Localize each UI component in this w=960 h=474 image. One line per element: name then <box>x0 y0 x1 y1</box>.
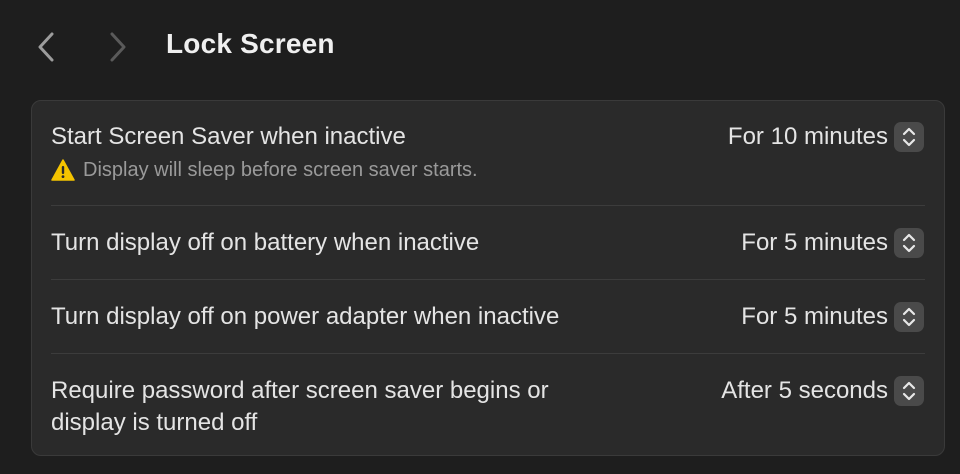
power-adapter-display-off-popup[interactable]: For 5 minutes <box>741 301 924 333</box>
up-down-chevron-icon <box>894 122 924 152</box>
chevron-right-icon <box>110 32 126 62</box>
warning-icon <box>51 159 75 181</box>
setting-row-power-adapter: Turn display off on power adapter when i… <box>32 280 944 353</box>
settings-panel: Start Screen Saver when inactive Display… <box>31 100 945 456</box>
setting-row-require-password: Require password after screen saver begi… <box>32 354 944 454</box>
toolbar: Lock Screen <box>0 0 960 96</box>
up-down-chevron-icon <box>894 376 924 406</box>
setting-label-line1: Require password after screen saver begi… <box>51 377 549 404</box>
popup-value: For 10 minutes <box>727 123 888 150</box>
screen-saver-popup[interactable]: For 10 minutes <box>728 121 924 153</box>
warning-message: Display will sleep before screen saver s… <box>51 157 478 183</box>
warning-text: Display will sleep before screen saver s… <box>83 159 478 181</box>
back-button[interactable] <box>32 30 60 64</box>
setting-label-line2: display is turned off <box>51 409 258 436</box>
chevron-left-icon <box>38 32 54 62</box>
setting-row-battery: Turn display off on battery when inactiv… <box>32 206 944 279</box>
forward-button[interactable] <box>104 30 132 64</box>
setting-label: Start Screen Saver when inactive <box>51 123 406 150</box>
setting-label: Turn display off on battery when inactiv… <box>51 229 480 256</box>
require-password-popup[interactable]: After 5 seconds <box>721 375 924 407</box>
setting-row-screen-saver: Start Screen Saver when inactive Display… <box>32 101 944 205</box>
page-title: Lock Screen <box>166 28 335 59</box>
up-down-chevron-icon <box>894 228 924 258</box>
popup-value: For 5 minutes <box>741 303 888 330</box>
popup-value: After 5 seconds <box>721 377 888 404</box>
setting-label: Turn display off on power adapter when i… <box>51 303 560 330</box>
up-down-chevron-icon <box>894 302 924 332</box>
battery-display-off-popup[interactable]: For 5 minutes <box>741 227 924 259</box>
popup-value: For 5 minutes <box>741 229 888 256</box>
